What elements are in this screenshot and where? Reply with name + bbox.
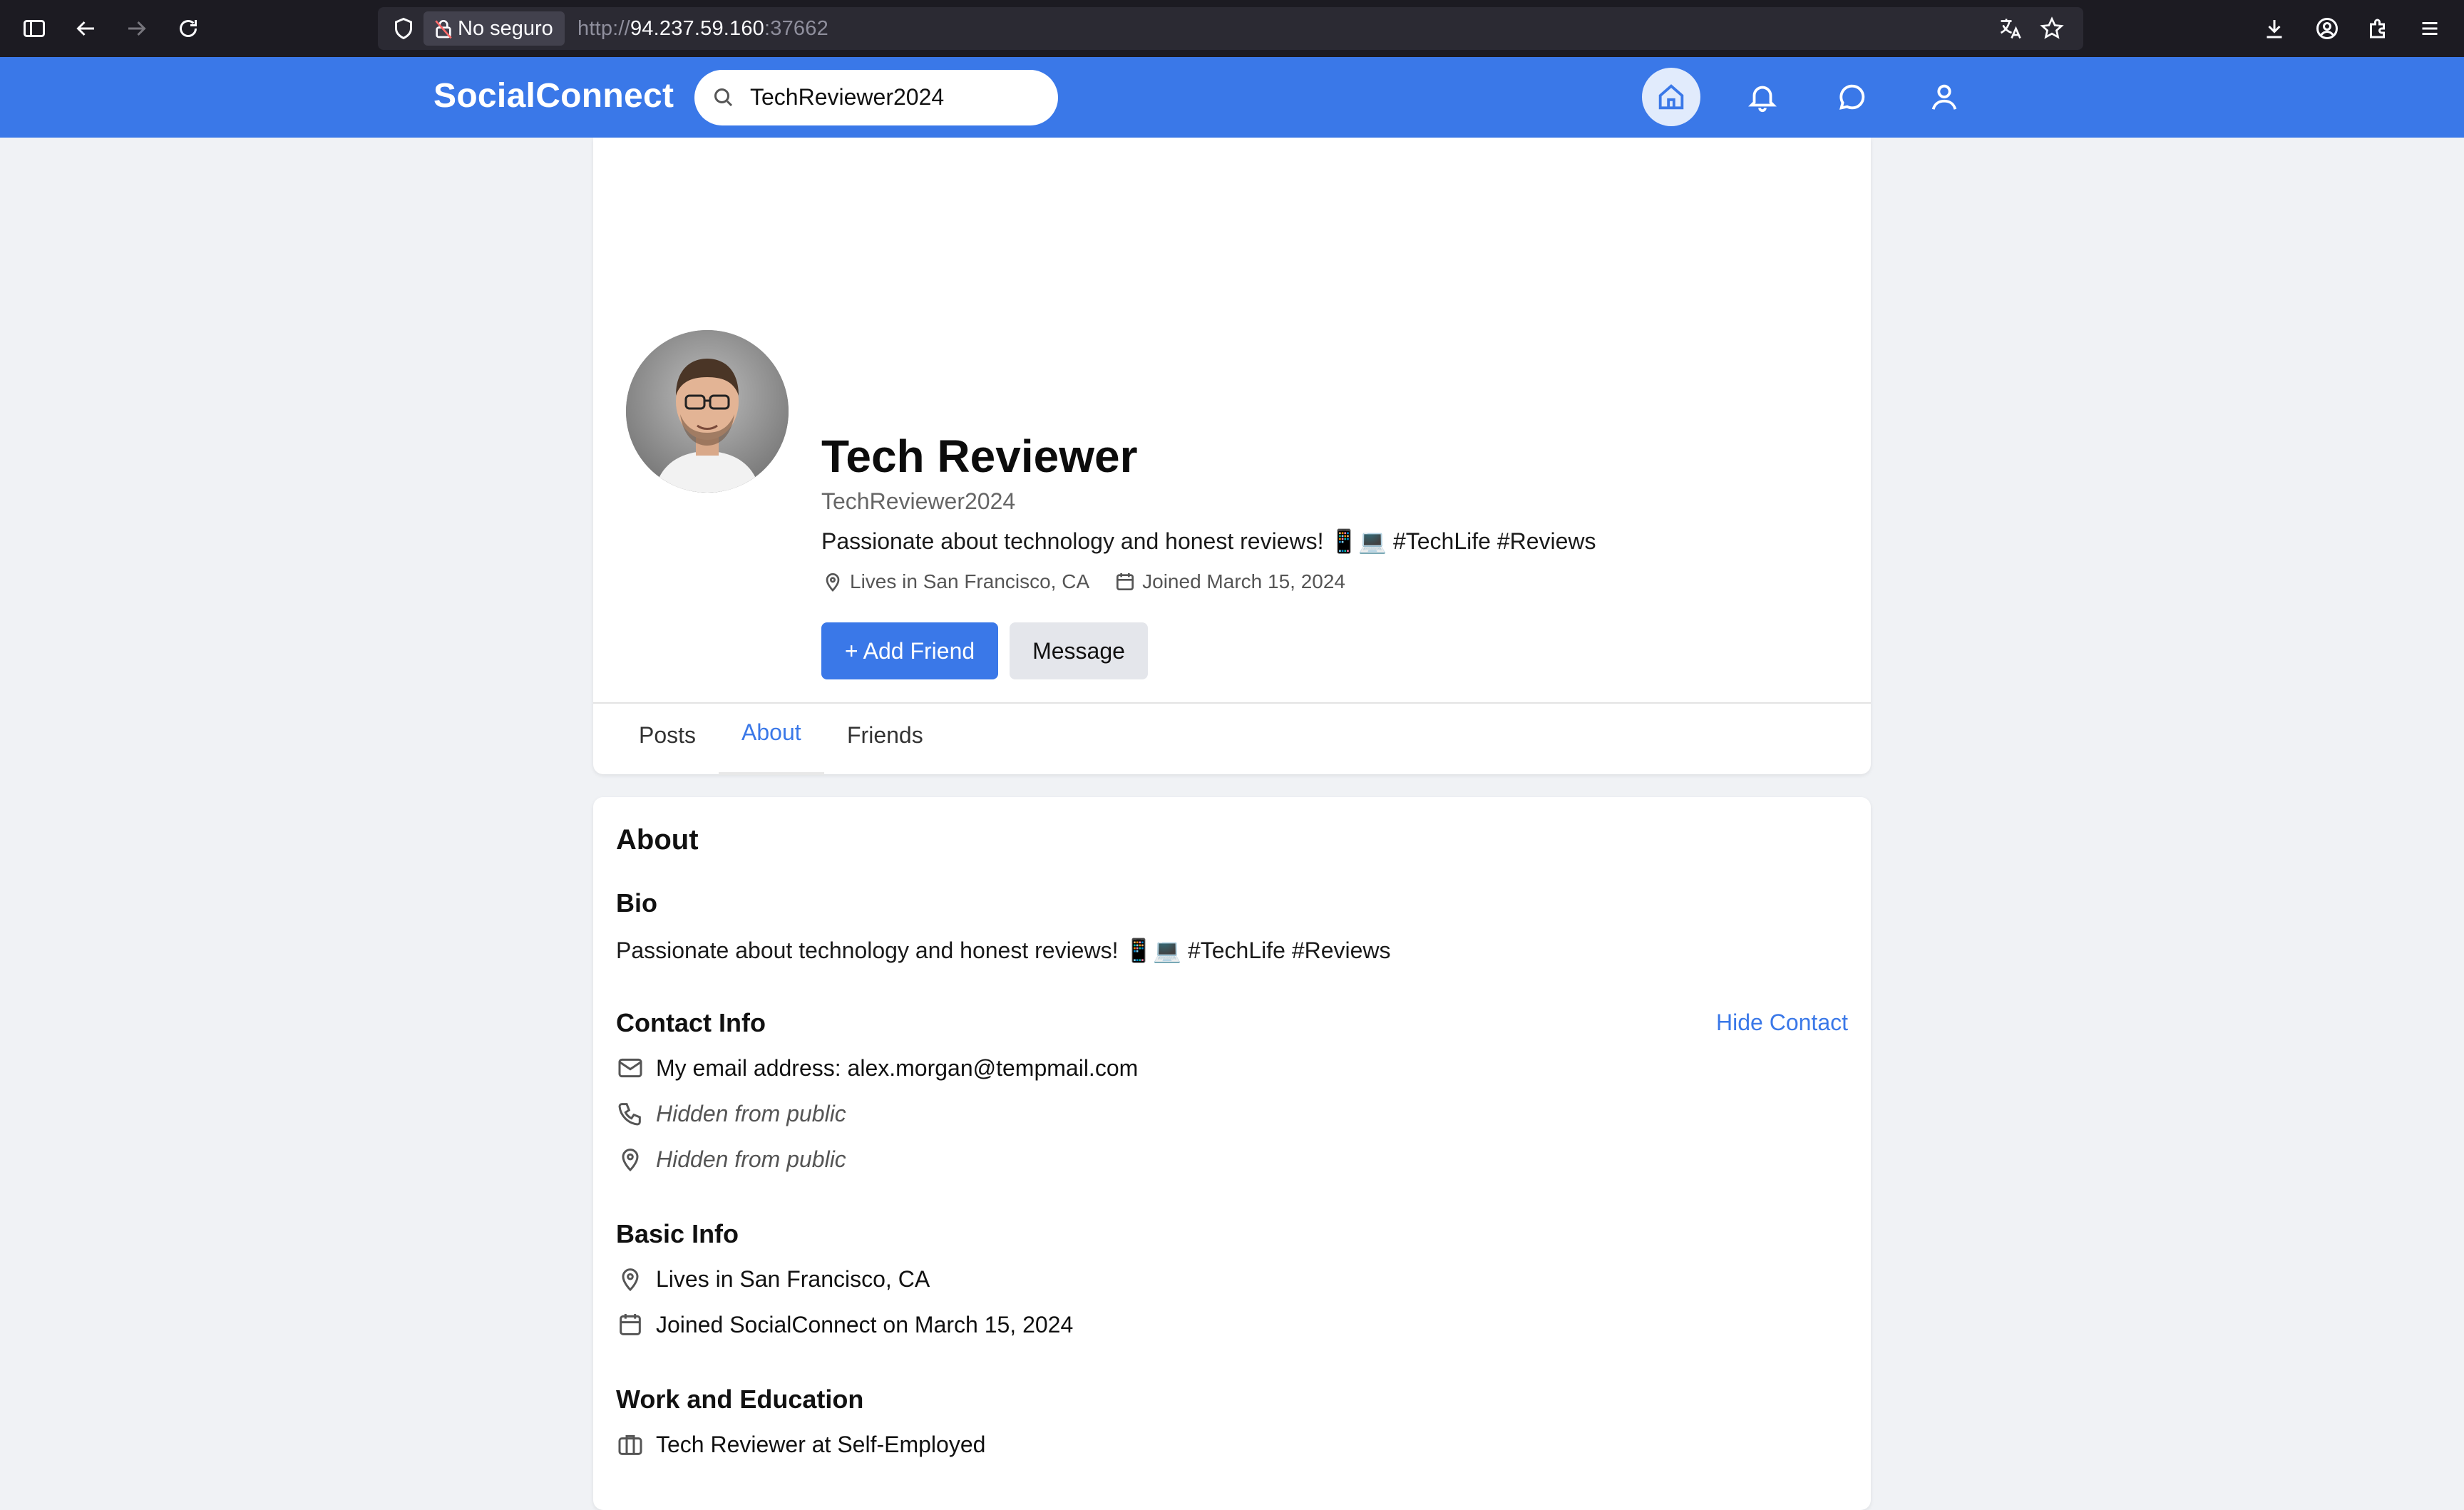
tabs-divider [593, 702, 1871, 704]
user-icon [1931, 84, 1957, 110]
reload-icon[interactable] [174, 14, 202, 43]
location-pin-icon [826, 573, 840, 592]
tab-friends[interactable]: Friends [847, 722, 923, 749]
not-secure-label: No seguro [458, 16, 553, 40]
menu-icon[interactable] [2416, 14, 2444, 43]
shield-icon[interactable] [389, 14, 418, 43]
briefcase-icon [618, 1434, 642, 1455]
bio-text: Passionate about technology and honest r… [616, 938, 1391, 963]
basic-joined-row: Joined SocialConnect on March 15, 2024 [616, 1310, 1073, 1339]
bookmark-star-icon[interactable] [2038, 14, 2066, 43]
phone-icon [618, 1103, 641, 1126]
calendar-icon [620, 1314, 641, 1335]
about-title: About [616, 824, 699, 856]
contact-address-text: Hidden from public [656, 1146, 846, 1172]
contact-address-row: Hidden from public [616, 1145, 846, 1173]
nav-profile-button[interactable] [1915, 68, 1973, 126]
profile-location-text: Lives in San Francisco, CA [850, 570, 1090, 592]
back-arrow-icon[interactable] [71, 14, 100, 43]
download-icon[interactable] [2260, 14, 2289, 43]
home-icon [1658, 84, 1684, 110]
profile-location: Lives in San Francisco, CA [821, 570, 1089, 593]
work-row: Tech Reviewer at Self-Employed [616, 1430, 985, 1459]
profile-meta: Lives in San Francisco, CA Joined March … [821, 570, 1370, 593]
basic-location-text: Lives in San Francisco, CA [656, 1265, 930, 1292]
profile-joined: Joined March 15, 2024 [1114, 570, 1345, 593]
nav-home-button[interactable] [1642, 68, 1700, 126]
translate-icon[interactable] [1996, 14, 2025, 43]
browser-toolbar: No seguro http://94.237.59.160:37662 [0, 0, 2464, 57]
account-icon[interactable] [2313, 14, 2341, 43]
work-education-heading: Work and Education [616, 1385, 864, 1414]
extensions-icon[interactable] [2364, 14, 2393, 43]
tab-about[interactable]: About [741, 719, 801, 746]
contact-phone-row: Hidden from public [616, 1099, 846, 1128]
location-pin-icon [622, 1149, 639, 1172]
basic-info-heading: Basic Info [616, 1219, 739, 1248]
app-header: SocialConnect [0, 57, 2464, 138]
basic-location-row: Lives in San Francisco, CA [616, 1265, 930, 1293]
not-secure-badge[interactable]: No seguro [423, 11, 565, 46]
nav-messages-button[interactable] [1823, 68, 1882, 126]
profile-bio: Passionate about technology and honest r… [821, 528, 1596, 554]
mail-icon [618, 1058, 642, 1078]
avatar[interactable] [622, 326, 793, 497]
search-box[interactable] [694, 70, 1058, 125]
about-card: About Bio Passionate about technology an… [593, 797, 1871, 1510]
profile-username: TechReviewer2024 [821, 488, 1016, 514]
url-text[interactable]: http://94.237.59.160:37662 [578, 17, 828, 41]
active-tab-indicator [719, 772, 824, 775]
contact-info-heading: Contact Info [616, 1008, 766, 1037]
address-bar[interactable]: No seguro http://94.237.59.160:37662 [378, 7, 2083, 50]
url-host: 94.237.59.160 [630, 17, 765, 40]
bell-icon [1748, 86, 1777, 113]
sidebar-toggle-icon[interactable] [20, 14, 48, 43]
forward-arrow-icon[interactable] [123, 14, 151, 43]
contact-email-row: My email address: alex.morgan@tempmail.c… [616, 1054, 1138, 1082]
profile-name: Tech Reviewer [821, 431, 1138, 482]
location-pin-icon [622, 1268, 639, 1292]
contact-email-text: My email address: alex.morgan@tempmail.c… [656, 1054, 1139, 1081]
url-prefix: http:// [578, 17, 630, 40]
add-friend-button[interactable]: + Add Friend [821, 622, 998, 679]
calendar-icon [1116, 573, 1134, 590]
message-button[interactable]: Message [1010, 622, 1148, 679]
profile-joined-text: Joined March 15, 2024 [1142, 570, 1345, 592]
lock-warning-icon [432, 17, 455, 46]
profile-card: Tech Reviewer TechReviewer2024 Passionat… [593, 138, 1871, 775]
work-text: Tech Reviewer at Self-Employed [656, 1431, 986, 1457]
tab-posts[interactable]: Posts [639, 722, 696, 749]
url-port: :37662 [764, 17, 828, 40]
brand-logo[interactable]: SocialConnect [433, 76, 674, 115]
nav-notifications-button[interactable] [1733, 68, 1792, 126]
chat-icon [1839, 84, 1865, 110]
basic-joined-text: Joined SocialConnect on March 15, 2024 [656, 1311, 1074, 1337]
search-input[interactable] [750, 78, 1035, 115]
bio-heading: Bio [616, 888, 657, 918]
hide-contact-link[interactable]: Hide Contact [1716, 1010, 1848, 1036]
contact-phone-text: Hidden from public [656, 1100, 846, 1126]
search-icon [710, 84, 736, 113]
